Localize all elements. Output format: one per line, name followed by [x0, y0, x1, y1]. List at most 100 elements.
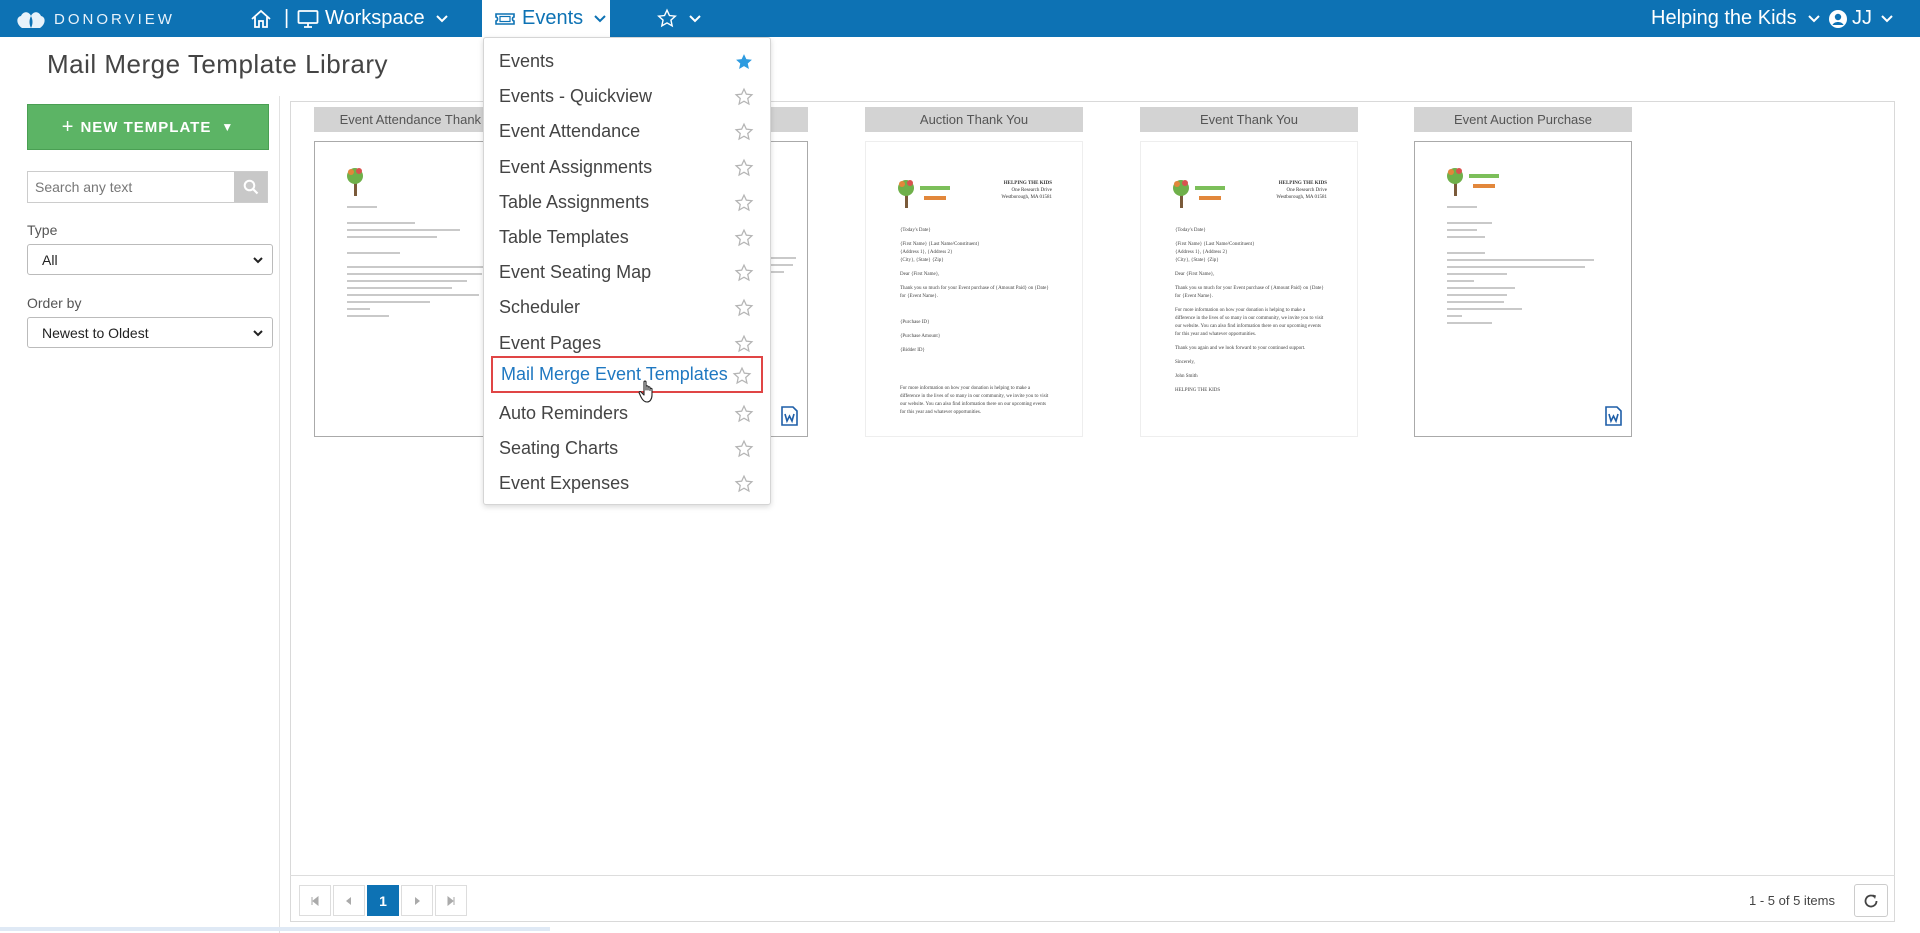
first-page-button[interactable] [299, 885, 331, 916]
helping-kids-logo [1173, 180, 1225, 208]
events-menu-item[interactable]: Events [484, 44, 770, 79]
ticket-icon [495, 12, 515, 25]
letterhead-address2: Westborough, MA 01581 [1276, 195, 1327, 200]
new-template-button[interactable]: + NEW TEMPLATE ▼ [27, 104, 269, 150]
refresh-button[interactable] [1854, 884, 1888, 917]
search-icon [243, 179, 258, 195]
star-outline-icon[interactable] [734, 439, 754, 459]
template-preview[interactable]: HELPING THE KIDS One Research Drive West… [1140, 141, 1358, 437]
letter-paragraph: Thank you so much for your Event purchas… [900, 286, 1049, 299]
star-outline-icon[interactable] [734, 404, 754, 424]
brand-name: DONORVIEW [54, 10, 175, 28]
letter-org-footer: HELPING THE KIDS [1175, 388, 1221, 393]
template-card[interactable]: Auction Thank You HELPING THE KIDS One R… [865, 107, 1083, 437]
page-button-current[interactable]: 1 [367, 885, 399, 916]
pagination-bar: 1 1 - 5 of 5 items [290, 875, 1895, 922]
letter-date: {Today's Date} [900, 228, 931, 233]
plus-icon: + [61, 115, 75, 138]
order-by-select[interactable]: Newest to Oldest [27, 317, 273, 348]
next-page-button[interactable] [401, 885, 433, 916]
events-menu-item-label: Event Seating Map [499, 262, 652, 283]
letter-address: {Address 1}, {Address 2} [1175, 250, 1228, 255]
star-outline-icon[interactable] [734, 298, 754, 318]
star-outline-icon[interactable] [734, 87, 754, 107]
chevron-down-icon [1807, 14, 1820, 22]
chevron-down-icon [435, 14, 448, 22]
home-button[interactable] [250, 0, 272, 37]
organization-name: Helping the Kids [1651, 7, 1797, 29]
star-filled-icon[interactable] [734, 52, 754, 72]
horizontal-scrollbar[interactable] [0, 927, 550, 931]
events-label: Events [522, 7, 584, 29]
template-title: Event Thank You [1140, 107, 1358, 132]
donorview-logo[interactable]: DONORVIEW [14, 8, 175, 30]
previous-page-button[interactable] [333, 885, 365, 916]
events-menu-item[interactable]: Seating Charts [484, 431, 770, 466]
letterhead: HELPING THE KIDS One Research Drive West… [1001, 180, 1052, 201]
user-menu[interactable]: JJ [1828, 0, 1894, 37]
letterhead-org: HELPING THE KIDS [1278, 181, 1327, 186]
star-outline-icon[interactable] [732, 366, 752, 386]
star-outline-icon[interactable] [734, 122, 754, 142]
caret-down-icon: ▼ [221, 120, 235, 134]
template-preview[interactable]: HELPING THE KIDS One Research Drive West… [865, 141, 1083, 437]
letter-city: {City}, {State} {Zip} [1175, 258, 1219, 263]
star-outline-icon[interactable] [734, 193, 754, 213]
word-document-icon[interactable] [1605, 406, 1622, 426]
events-menu-item-label: Events [499, 51, 555, 71]
favorites-menu[interactable] [656, 0, 702, 37]
events-menu-item[interactable]: Auto Reminders [484, 396, 770, 431]
events-menu-item-label: Table Templates [499, 227, 629, 247]
letter-date: {Today's Date} [1175, 228, 1206, 233]
page-title: Mail Merge Template Library [47, 49, 389, 79]
word-document-icon[interactable] [781, 406, 798, 426]
search-input[interactable] [28, 172, 236, 202]
events-menu-item[interactable]: Table Templates [484, 220, 770, 255]
star-outline-icon[interactable] [734, 263, 754, 283]
letter-purchase-amount: {Purchase Amount} [900, 334, 941, 339]
events-menu-item[interactable]: Table Assignments [484, 185, 770, 220]
user-initials: JJ [1852, 7, 1872, 29]
letter-closing-line: Thank you again and we look forward to y… [1175, 346, 1306, 351]
events-menu-item[interactable]: Event Attendance [484, 114, 770, 149]
previous-page-icon [346, 896, 351, 905]
last-page-button[interactable] [435, 885, 467, 916]
events-menu[interactable]: Events [482, 0, 610, 37]
template-title: Auction Thank You [865, 107, 1083, 132]
events-menu-item-label: Scheduler [499, 297, 581, 318]
events-menu-item[interactable]: Event Seating Map [484, 255, 770, 290]
search-button[interactable] [234, 172, 267, 202]
template-card[interactable]: Event Auction Purchase [1414, 107, 1632, 437]
type-select[interactable]: All [27, 244, 273, 275]
organization-menu[interactable]: Helping the Kids [1651, 0, 1821, 37]
events-menu-item-label: Mail Merge Event Templates [501, 364, 728, 384]
letter-name: {First Name} {Last Name/Constituent} [1175, 242, 1255, 247]
nav-separator: | [284, 7, 290, 29]
letter-paragraph: For more information on how your donatio… [900, 386, 1049, 415]
first-page-icon [311, 895, 319, 906]
letterhead-address1: One Research Drive [1286, 188, 1327, 193]
search-box [27, 171, 268, 203]
star-outline-icon[interactable] [734, 334, 754, 354]
events-menu-item[interactable]: Event Assignments [484, 150, 770, 185]
next-page-icon [415, 896, 420, 905]
user-circle-icon [1829, 9, 1847, 28]
workspace-menu[interactable]: Workspace [297, 0, 449, 37]
type-select-value: All [42, 251, 58, 268]
chevron-down-icon [594, 14, 606, 22]
star-outline-icon[interactable] [734, 158, 754, 178]
events-menu-item[interactable]: Scheduler [484, 290, 770, 325]
events-menu-item[interactable]: Event Expenses [484, 466, 770, 501]
events-menu-item[interactable]: Events - Quickview [484, 79, 770, 114]
events-menu-item[interactable]: Mail Merge Event Templates [491, 356, 763, 393]
letter-name: {First Name} {Last Name/Constituent} [900, 242, 980, 247]
events-menu-item-label: Table Assignments [499, 191, 650, 212]
template-preview[interactable] [1414, 141, 1632, 437]
refresh-icon [1864, 894, 1878, 907]
star-outline-icon[interactable] [734, 474, 754, 494]
star-outline-icon[interactable] [734, 228, 754, 248]
template-card[interactable]: Event Thank You HELPING THE KIDS One Res… [1140, 107, 1358, 437]
letter-paragraph: Thank you so much for your Event purchas… [1175, 286, 1324, 299]
template-body-placeholder [347, 206, 497, 322]
events-menu-item-label: Event Attendance [499, 121, 641, 142]
